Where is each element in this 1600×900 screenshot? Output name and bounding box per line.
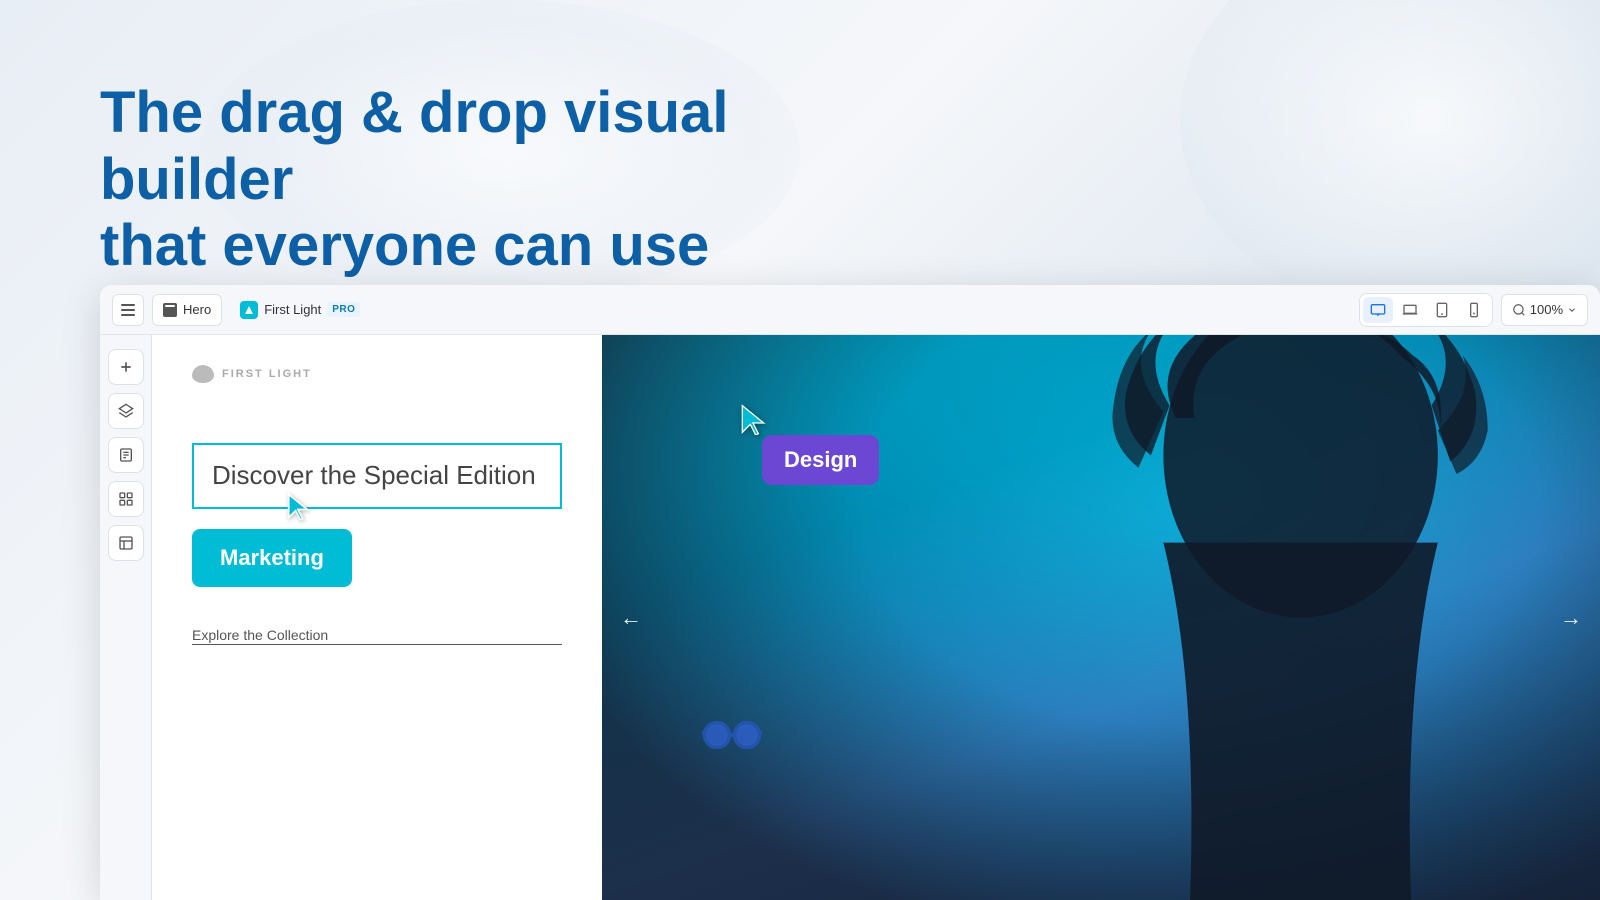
- heading-text-box[interactable]: Discover the Special Edition: [192, 443, 562, 509]
- device-desktop-button[interactable]: [1363, 297, 1393, 323]
- layers-button[interactable]: [108, 393, 144, 429]
- device-tablet-button[interactable]: [1427, 297, 1457, 323]
- project-name: First Light: [264, 302, 321, 317]
- marketing-button[interactable]: Marketing: [192, 529, 352, 587]
- browser-body: FIRST LIGHT Discover the Special Edition…: [100, 335, 1600, 900]
- canvas-area: FIRST LIGHT Discover the Special Edition…: [152, 335, 1600, 900]
- browser-toolbar: Hero First Light PRO: [100, 285, 1600, 335]
- hero-tab-icon: [163, 303, 177, 317]
- preview-left: FIRST LIGHT Discover the Special Edition…: [152, 335, 602, 900]
- zoom-value: 100%: [1530, 302, 1563, 317]
- device-selector: [1359, 293, 1493, 327]
- preview-logo: FIRST LIGHT: [192, 365, 562, 383]
- zoom-control[interactable]: 100%: [1501, 294, 1588, 326]
- logo-text: FIRST LIGHT: [222, 368, 312, 380]
- logo-shape-icon: [192, 365, 214, 383]
- cursor-right-icon: [737, 403, 769, 440]
- page-preview: FIRST LIGHT Discover the Special Edition…: [152, 335, 1600, 900]
- glasses-element: [702, 705, 762, 770]
- templates-button[interactable]: [108, 525, 144, 561]
- hamburger-button[interactable]: [112, 294, 144, 326]
- project-icon: [240, 301, 258, 319]
- hamburger-icon: [121, 304, 135, 316]
- cursor-icon: [284, 492, 312, 525]
- pro-badge: PRO: [327, 302, 360, 317]
- device-laptop-button[interactable]: [1395, 297, 1425, 323]
- tab-label: Hero: [183, 302, 211, 317]
- design-label: Design: [762, 435, 879, 485]
- device-mobile-button[interactable]: [1459, 297, 1489, 323]
- sidebar: [100, 335, 152, 900]
- add-element-button[interactable]: [108, 349, 144, 385]
- tab-hero[interactable]: Hero: [152, 294, 222, 326]
- hero-title: The drag & drop visual builder that ever…: [100, 80, 800, 280]
- project-info: First Light PRO: [230, 297, 370, 323]
- heading-text: Discover the Special Edition: [212, 459, 542, 493]
- apps-button[interactable]: [108, 481, 144, 517]
- preview-right: Design: [602, 335, 1600, 900]
- nav-arrow-left[interactable]: ←: [620, 605, 642, 631]
- nav-arrow-right[interactable]: →: [1560, 605, 1582, 631]
- explore-link[interactable]: Explore the Collection: [192, 627, 562, 645]
- browser-mockup: Hero First Light PRO: [100, 285, 1600, 900]
- hero-section: The drag & drop visual builder that ever…: [100, 80, 800, 280]
- pages-button[interactable]: [108, 437, 144, 473]
